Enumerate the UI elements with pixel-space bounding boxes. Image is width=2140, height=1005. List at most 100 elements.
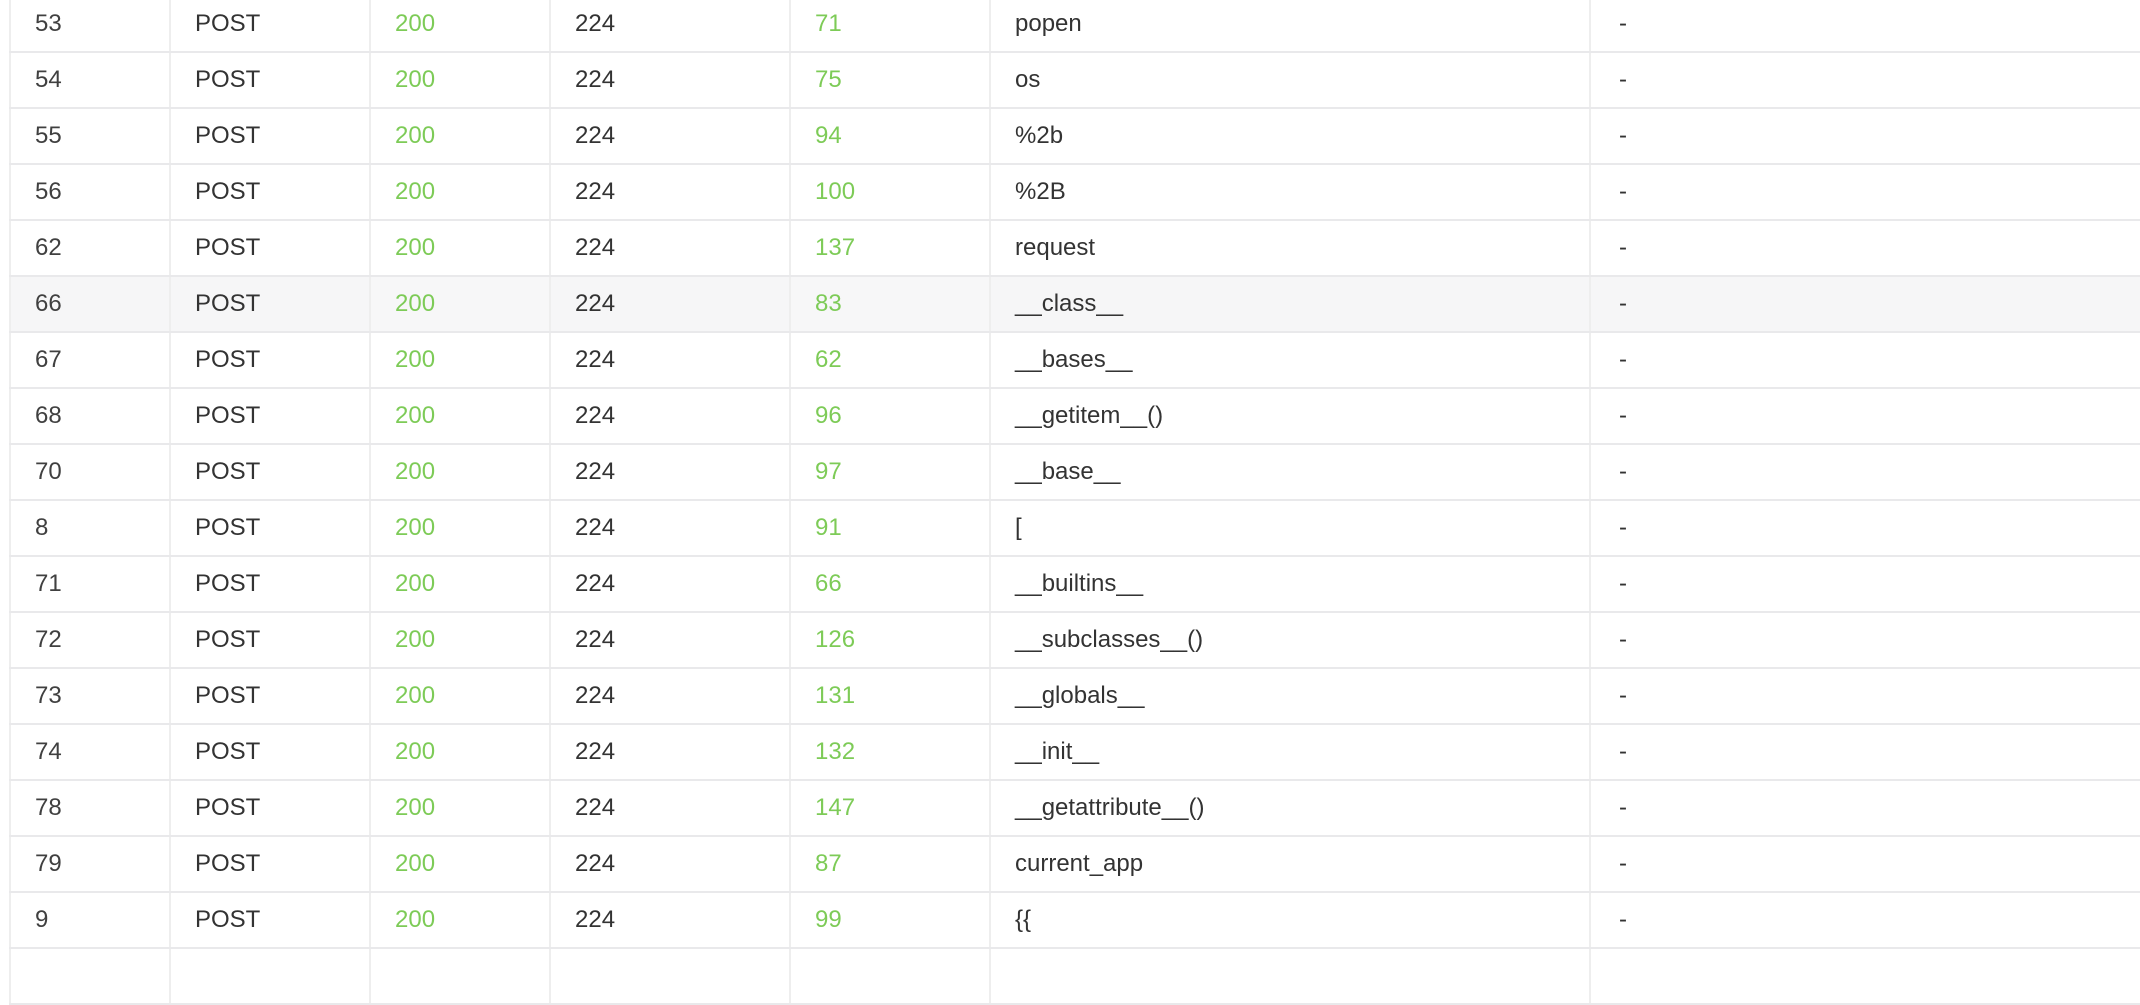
cell-payload: popen bbox=[990, 0, 1591, 53]
cell-status: 200 bbox=[370, 332, 551, 389]
table-row[interactable]: 54 POST 200 224 75 os - bbox=[9, 52, 2140, 109]
cell-extra: - bbox=[1590, 780, 2140, 837]
cell-time: 132 bbox=[790, 724, 991, 781]
cell-length: 224 bbox=[550, 500, 791, 557]
table-row[interactable] bbox=[9, 948, 2140, 1005]
cell-payload: __class__ bbox=[990, 276, 1591, 333]
results-table-body: 53 POST 200 224 71 popen -54 POST 200 224 75 os -55 P… bbox=[9, 0, 2140, 1005]
cell-id: 62 bbox=[9, 220, 171, 277]
cell-status: 200 bbox=[370, 108, 551, 165]
cell-time: 87 bbox=[790, 836, 991, 893]
cell-method bbox=[170, 948, 371, 1005]
cell-extra: - bbox=[1590, 220, 2140, 277]
cell-length: 224 bbox=[550, 108, 791, 165]
cell-method: POST bbox=[170, 388, 371, 445]
cell-status: 200 bbox=[370, 220, 551, 277]
cell-method: POST bbox=[170, 332, 371, 389]
table-row[interactable]: 78 POST 200 224 147 __getattribute__() - bbox=[9, 780, 2140, 837]
table-row[interactable]: 66 POST 200 224 83 __class__ - bbox=[9, 276, 2140, 333]
cell-length: 224 bbox=[550, 52, 791, 109]
results-table: 53 POST 200 224 71 popen -54 POST 200 224 75 os -55 P… bbox=[9, 0, 2140, 1005]
cell-payload bbox=[990, 948, 1591, 1005]
cell-length: 224 bbox=[550, 0, 791, 53]
table-row[interactable]: 53 POST 200 224 71 popen - bbox=[9, 0, 2140, 53]
table-row[interactable]: 56 POST 200 224 100 %2B - bbox=[9, 164, 2140, 221]
cell-id: 74 bbox=[9, 724, 171, 781]
table-row[interactable]: 72 POST 200 224 126 __subclasses__() - bbox=[9, 612, 2140, 669]
cell-time: 126 bbox=[790, 612, 991, 669]
cell-payload: __globals__ bbox=[990, 668, 1591, 725]
cell-id: 56 bbox=[9, 164, 171, 221]
cell-method: POST bbox=[170, 892, 371, 949]
cell-payload: __base__ bbox=[990, 444, 1591, 501]
table-row[interactable]: 71 POST 200 224 66 __builtins__ - bbox=[9, 556, 2140, 613]
cell-extra: - bbox=[1590, 500, 2140, 557]
table-row[interactable]: 73 POST 200 224 131 __globals__ - bbox=[9, 668, 2140, 725]
table-row[interactable]: 67 POST 200 224 62 __bases__ - bbox=[9, 332, 2140, 389]
cell-status: 200 bbox=[370, 0, 551, 53]
cell-time: 100 bbox=[790, 164, 991, 221]
cell-status: 200 bbox=[370, 164, 551, 221]
cell-status: 200 bbox=[370, 612, 551, 669]
cell-payload: __getattribute__() bbox=[990, 780, 1591, 837]
cell-length: 224 bbox=[550, 836, 791, 893]
cell-extra: - bbox=[1590, 52, 2140, 109]
table-row[interactable]: 79 POST 200 224 87 current_app - bbox=[9, 836, 2140, 893]
cell-id: 68 bbox=[9, 388, 171, 445]
table-row[interactable]: 62 POST 200 224 137 request - bbox=[9, 220, 2140, 277]
cell-time: 83 bbox=[790, 276, 991, 333]
cell-extra: - bbox=[1590, 332, 2140, 389]
cell-time: 75 bbox=[790, 52, 991, 109]
cell-method: POST bbox=[170, 276, 371, 333]
table-row[interactable]: 68 POST 200 224 96 __getitem__() - bbox=[9, 388, 2140, 445]
cell-method: POST bbox=[170, 612, 371, 669]
cell-id: 55 bbox=[9, 108, 171, 165]
cell-extra: - bbox=[1590, 444, 2140, 501]
cell-method: POST bbox=[170, 668, 371, 725]
cell-payload: {{ bbox=[990, 892, 1591, 949]
table-row[interactable]: 55 POST 200 224 94 %2b - bbox=[9, 108, 2140, 165]
cell-status: 200 bbox=[370, 780, 551, 837]
cell-extra bbox=[1590, 948, 2140, 1005]
cell-id: 71 bbox=[9, 556, 171, 613]
cell-status: 200 bbox=[370, 668, 551, 725]
cell-extra: - bbox=[1590, 836, 2140, 893]
cell-payload: __init__ bbox=[990, 724, 1591, 781]
cell-id: 9 bbox=[9, 892, 171, 949]
cell-id bbox=[9, 948, 171, 1005]
cell-id: 66 bbox=[9, 276, 171, 333]
cell-extra: - bbox=[1590, 668, 2140, 725]
cell-time: 91 bbox=[790, 500, 991, 557]
table-row[interactable]: 9 POST 200 224 99{{- bbox=[9, 892, 2140, 949]
cell-extra: - bbox=[1590, 276, 2140, 333]
cell-payload: __getitem__() bbox=[990, 388, 1591, 445]
cell-id: 53 bbox=[9, 0, 171, 53]
cell-id: 72 bbox=[9, 612, 171, 669]
table-row[interactable]: 8 POST 200 224 91[- bbox=[9, 500, 2140, 557]
cell-payload: __bases__ bbox=[990, 332, 1591, 389]
cell-method: POST bbox=[170, 500, 371, 557]
cell-method: POST bbox=[170, 0, 371, 53]
cell-status: 200 bbox=[370, 836, 551, 893]
cell-id: 70 bbox=[9, 444, 171, 501]
cell-length: 224 bbox=[550, 276, 791, 333]
cell-status: 200 bbox=[370, 388, 551, 445]
cell-length: 224 bbox=[550, 612, 791, 669]
cell-extra: - bbox=[1590, 612, 2140, 669]
table-row[interactable]: 70 POST 200 224 97 __base__ - bbox=[9, 444, 2140, 501]
cell-time: 137 bbox=[790, 220, 991, 277]
cell-status: 200 bbox=[370, 500, 551, 557]
cell-id: 79 bbox=[9, 836, 171, 893]
cell-payload: [ bbox=[990, 500, 1591, 557]
table-row[interactable]: 74 POST 200 224 132 __init__ - bbox=[9, 724, 2140, 781]
cell-length: 224 bbox=[550, 164, 791, 221]
cell-status: 200 bbox=[370, 276, 551, 333]
cell-id: 78 bbox=[9, 780, 171, 837]
cell-time: 62 bbox=[790, 332, 991, 389]
cell-extra: - bbox=[1590, 388, 2140, 445]
cell-length: 224 bbox=[550, 668, 791, 725]
cell-time bbox=[790, 948, 991, 1005]
cell-time: 71 bbox=[790, 0, 991, 53]
cell-time: 99 bbox=[790, 892, 991, 949]
cell-extra: - bbox=[1590, 0, 2140, 53]
